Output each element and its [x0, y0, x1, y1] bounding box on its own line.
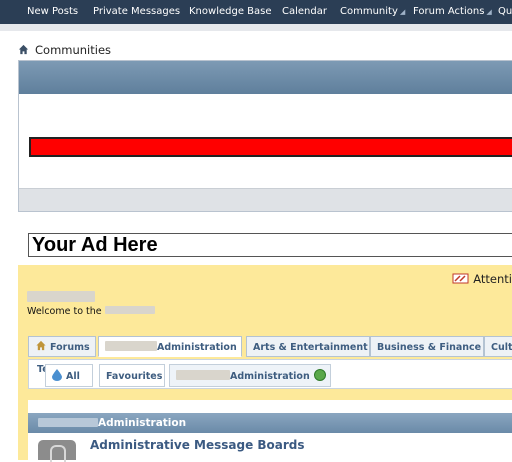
redacted-prefix	[105, 341, 157, 351]
dropdown-arrow-icon: ◢	[399, 8, 406, 16]
nav-calendar[interactable]: Calendar	[282, 6, 327, 17]
filter-administration[interactable]: Administration	[169, 364, 331, 387]
tab-business-finance[interactable]: Business & Finance	[370, 336, 484, 357]
tab-administration[interactable]: Administration	[98, 336, 242, 357]
filter-all[interactable]: All	[45, 364, 93, 387]
refresh-icon[interactable]	[313, 369, 326, 381]
breadcrumb: Communities	[18, 43, 111, 57]
nav-knowledge-base[interactable]: Knowledge Base	[189, 6, 272, 17]
redacted-prefix	[176, 370, 230, 380]
forum-title-link[interactable]: Administrative Message Boards	[90, 438, 305, 452]
drop-icon	[52, 369, 62, 381]
lock-icon	[38, 440, 76, 462]
notice-panel	[18, 60, 512, 212]
red-progress-bar	[29, 137, 512, 157]
redacted-prefix	[38, 418, 98, 427]
top-navigation-bar: New Posts Private Messages Knowledge Bas…	[0, 0, 512, 24]
welcome-site-redacted	[104, 306, 155, 314]
nav-quick-links[interactable]: Qu	[498, 6, 512, 17]
nav-community[interactable]: Community ◢	[340, 6, 405, 17]
nav-new-posts[interactable]: New Posts	[27, 6, 78, 17]
filter-tabs: Te All Favourites Administration	[28, 359, 512, 389]
tab-forums[interactable]: Forums	[28, 336, 96, 357]
attention-icon	[452, 273, 469, 284]
tab-arts-entertainment[interactable]: Arts & Entertainment	[246, 336, 370, 357]
nav-forum-actions[interactable]: Forum Actions ◢	[413, 6, 492, 17]
forum-tabs: Forums Administration Arts & Entertainme…	[28, 336, 512, 359]
dropdown-arrow-icon: ◢	[486, 8, 492, 16]
nav-sub-bar	[0, 24, 512, 31]
attention-notice[interactable]: Attenti	[452, 272, 512, 286]
forum-section: Administration Administrative Message Bo…	[28, 400, 512, 462]
home-icon	[36, 340, 46, 351]
filter-favourites[interactable]: Favourites	[99, 364, 165, 387]
username-redacted	[27, 291, 95, 302]
panel-footer	[19, 188, 512, 211]
breadcrumb-communities[interactable]: Communities	[35, 43, 111, 57]
tab-culture[interactable]: Cult	[484, 336, 512, 357]
panel-header	[19, 61, 512, 94]
section-header: Administration	[28, 413, 512, 433]
welcome-text: Welcome to the	[27, 306, 155, 317]
nav-private-messages[interactable]: Private Messages	[93, 6, 180, 17]
ad-banner[interactable]: Your Ad Here	[28, 233, 512, 257]
home-icon[interactable]	[18, 44, 29, 55]
